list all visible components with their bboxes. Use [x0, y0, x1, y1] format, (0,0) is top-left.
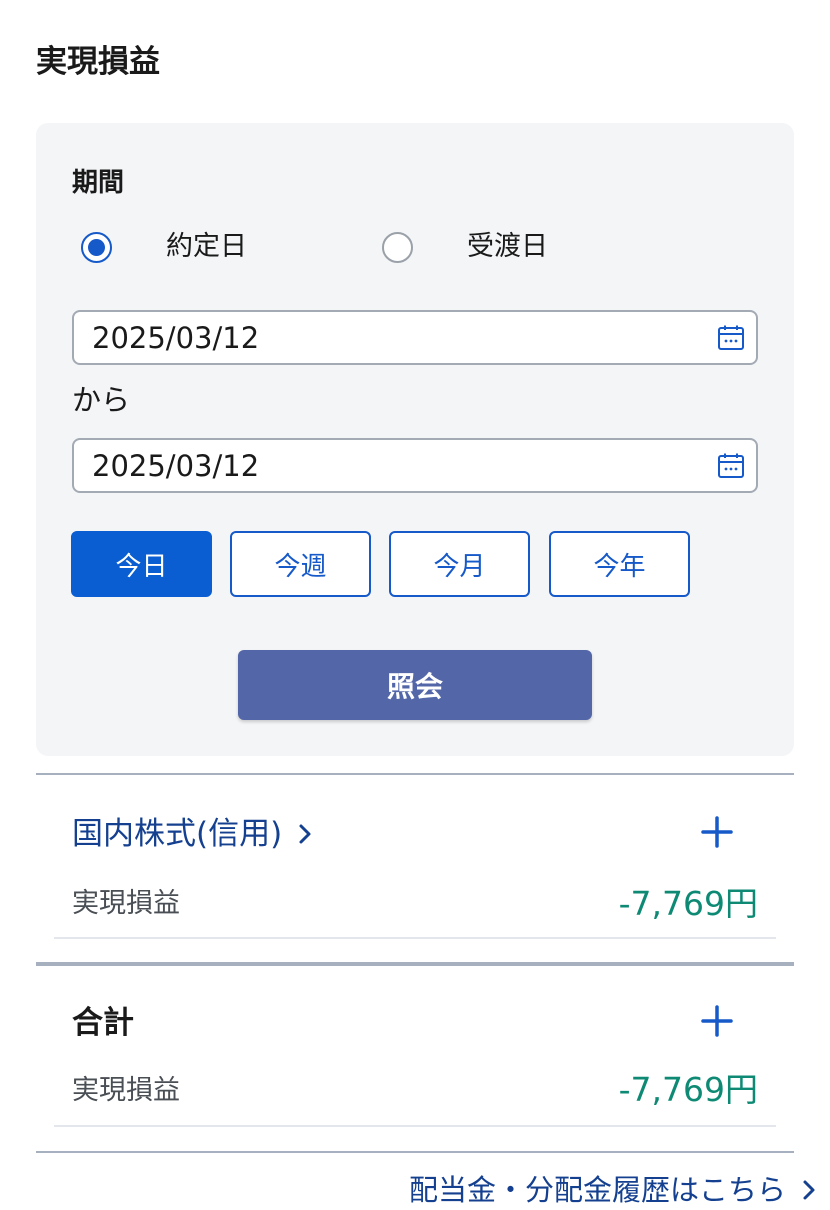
- divider: [36, 962, 794, 966]
- section-title-total: 合計: [72, 1005, 134, 1041]
- filter-panel: 期間 約定日 受渡日 2025/03/12 から 2025/03/12 今日 今…: [36, 123, 794, 756]
- section-title-domestic-margin: 国内株式(信用): [72, 816, 283, 852]
- realized-pnl-label: 実現損益: [72, 888, 180, 919]
- query-button[interactable]: 照会: [238, 650, 592, 720]
- plus-icon[interactable]: [700, 1004, 734, 1038]
- date-from-field[interactable]: 2025/03/12: [72, 310, 758, 365]
- this-year-button[interactable]: 今年: [549, 531, 690, 597]
- divider: [36, 773, 794, 775]
- radio-trade-date[interactable]: 約定日: [81, 227, 247, 267]
- radio-settlement-date[interactable]: 受渡日: [382, 227, 548, 267]
- chevron-right-icon: [298, 823, 312, 845]
- total-realized-pnl-label: 実現損益: [72, 1075, 180, 1106]
- date-to-field[interactable]: 2025/03/12: [72, 438, 758, 493]
- period-label: 期間: [72, 168, 125, 198]
- chevron-right-icon: [802, 1179, 816, 1201]
- this-month-button[interactable]: 今月: [389, 531, 530, 597]
- plus-icon[interactable]: [700, 815, 734, 849]
- calendar-icon[interactable]: [716, 323, 746, 353]
- today-button[interactable]: 今日: [71, 531, 212, 597]
- divider: [36, 1151, 794, 1153]
- this-week-button[interactable]: 今週: [230, 531, 371, 597]
- range-separator: から: [72, 383, 131, 417]
- calendar-icon[interactable]: [716, 451, 746, 481]
- divider: [54, 937, 776, 939]
- realized-pnl-value: -7,769円: [618, 884, 758, 923]
- date-from-value: 2025/03/12: [92, 320, 260, 355]
- divider: [54, 1125, 776, 1127]
- page-title: 実現損益: [36, 44, 160, 80]
- total-realized-pnl-value: -7,769円: [618, 1070, 758, 1109]
- date-to-value: 2025/03/12: [92, 448, 260, 483]
- radio-label-trade-date: 約定日: [166, 231, 247, 262]
- dividend-history-link-label: 配当金・分配金履歴はこちら: [408, 1173, 786, 1207]
- dividend-history-link[interactable]: 配当金・分配金履歴はこちら: [409, 1170, 816, 1210]
- radio-button-unchecked[interactable]: [382, 231, 413, 263]
- section-domestic-margin-link[interactable]: 国内株式(信用): [72, 812, 312, 856]
- radio-label-settlement-date: 受渡日: [467, 231, 548, 262]
- radio-button-checked[interactable]: [81, 231, 112, 263]
